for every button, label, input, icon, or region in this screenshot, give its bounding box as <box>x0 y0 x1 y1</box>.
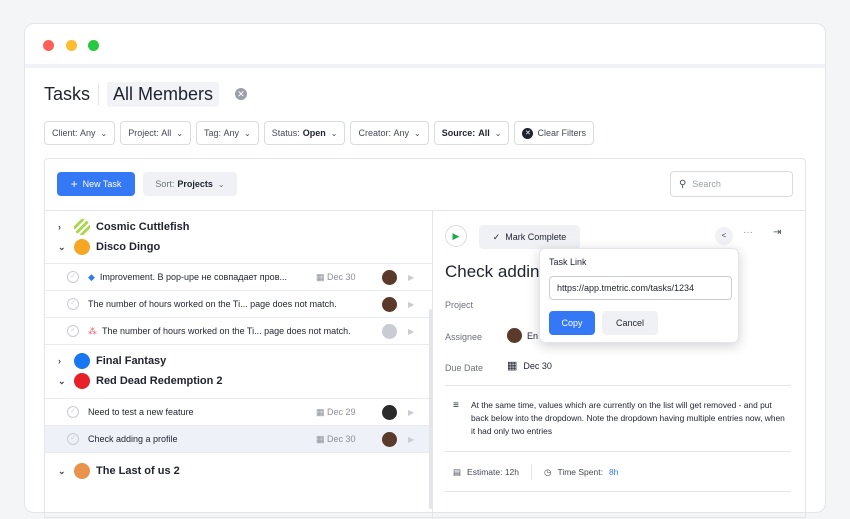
search-icon: ⚲ <box>679 178 687 190</box>
filter-client[interactable]: Client: Any ⌄ <box>44 121 116 145</box>
project-label: Project <box>445 300 474 310</box>
cancel-button[interactable]: Cancel <box>602 311 658 335</box>
close-window-button[interactable] <box>43 40 54 51</box>
task-link-popup: Task Link https://app.tmetric.com/tasks/… <box>539 248 739 343</box>
play-icon[interactable]: ▶ <box>408 300 414 309</box>
start-timer-button[interactable]: ▶ <box>445 225 467 247</box>
sort-dropdown[interactable]: Sort: Projects ⌄ <box>143 172 237 196</box>
filter-tag[interactable]: Tag: Any ⌄ <box>196 121 259 145</box>
estimate-value[interactable]: Estimate: 12h <box>467 467 519 477</box>
check-icon[interactable]: ✓ <box>67 325 79 337</box>
play-icon[interactable]: ▶ <box>408 273 414 282</box>
chevron-down-icon: ⌄ <box>330 128 338 138</box>
check-icon[interactable]: ✓ <box>67 298 79 310</box>
estimate-icon: ▤ <box>453 466 462 477</box>
chevron-down-icon: ⌄ <box>58 465 66 476</box>
calendar-icon: ▦ <box>316 271 325 282</box>
project-icon <box>74 219 90 235</box>
project-icon <box>74 373 90 389</box>
play-icon[interactable]: ▶ <box>408 435 414 444</box>
chevron-down-icon: ⌄ <box>58 375 66 386</box>
calendar-icon: ▦ <box>316 433 325 444</box>
filter-status[interactable]: Status: Open ⌄ <box>263 121 346 145</box>
scrollbar[interactable] <box>429 309 432 509</box>
scope-selector[interactable]: All Members <box>107 81 220 107</box>
maximize-window-button[interactable] <box>88 40 99 51</box>
chevron-down-icon: ⌄ <box>414 128 421 138</box>
due-date-label: Due Date <box>445 363 484 373</box>
diamond-icon: ◆ <box>88 271 95 282</box>
chevron-down-icon: ⌄ <box>58 241 66 252</box>
chevron-down-icon: ⌄ <box>494 128 502 138</box>
avatar <box>507 328 522 343</box>
popup-title: Task Link <box>549 257 587 267</box>
chevron-down-icon: ⌄ <box>100 128 108 138</box>
clear-filters-button[interactable]: ✕ Clear Filters <box>514 121 594 145</box>
play-icon[interactable]: ▶ <box>408 408 414 417</box>
clear-scope-icon[interactable]: ✕ <box>235 88 248 100</box>
mark-complete-button[interactable]: ✓ Mark Complete <box>479 225 580 249</box>
assignee-value[interactable]: En <box>507 328 538 343</box>
collapse-panel-icon[interactable]: ⇥ <box>773 227 781 238</box>
chevron-down-icon: ⌄ <box>244 128 251 138</box>
project-icon <box>74 239 90 255</box>
avatar <box>382 297 397 312</box>
list-item[interactable]: ✓ Need to test a new feature ▦ Dec 29 ▶ <box>45 398 432 426</box>
assignee-label: Assignee <box>445 332 483 342</box>
copy-button[interactable]: Copy <box>549 311 595 335</box>
task-description[interactable]: At the same time, values which are curre… <box>471 399 791 438</box>
avatar <box>382 405 397 420</box>
avatar <box>382 324 397 339</box>
close-icon: ✕ <box>522 127 534 139</box>
check-icon: ✓ <box>492 231 501 242</box>
calendar-icon: ▦ <box>507 360 518 372</box>
filter-creator[interactable]: Creator: Any ⌄ <box>350 121 429 145</box>
title-bar <box>25 24 825 68</box>
group-row[interactable]: ⌄ Red Dead Redemption 2 <box>45 369 432 393</box>
more-icon[interactable]: ··· <box>743 227 753 238</box>
calendar-icon: ▦ <box>316 406 325 417</box>
minimize-window-button[interactable] <box>66 40 77 51</box>
group-row[interactable]: ⌄ Disco Dingo <box>45 237 432 257</box>
check-icon[interactable]: ✓ <box>67 433 79 445</box>
task-link-field[interactable]: https://app.tmetric.com/tasks/1234 <box>549 276 732 300</box>
avatar <box>382 270 397 285</box>
facebook-icon <box>74 353 90 369</box>
plus-icon: + <box>70 177 78 191</box>
chevron-right-icon: › <box>58 222 61 232</box>
description-icon: ≡ <box>453 400 459 411</box>
clock-icon: ◷ <box>544 466 552 477</box>
task-list: › Cosmic Cuttlefish ⌄ Disco Dingo ✓ ◆ Improv… <box>45 211 432 509</box>
new-task-button[interactable]: + New Task <box>57 172 135 196</box>
group-row[interactable]: ⌄ The Last of us 2 <box>45 459 432 483</box>
filter-project[interactable]: Project: All ⌄ <box>120 121 191 145</box>
chevron-right-icon: › <box>58 356 61 366</box>
share-icon[interactable]: < <box>715 227 733 245</box>
filter-bar: Client: Any ⌄ Project: All ⌄ Tag: Any ⌄ Sta… <box>44 121 594 145</box>
list-item[interactable]: ✓ ⁂ The number of hours worked on the Ti..… <box>45 317 432 345</box>
search-input[interactable]: ⚲ Search <box>670 171 793 197</box>
chevron-down-icon: ⌄ <box>217 179 225 189</box>
play-icon[interactable]: ▶ <box>408 327 414 336</box>
check-icon[interactable]: ✓ <box>67 271 79 283</box>
project-icon <box>74 463 90 479</box>
check-icon[interactable]: ✓ <box>67 406 79 418</box>
task-title[interactable]: Check adding <box>445 262 545 282</box>
page-header: Tasks All Members ✕ <box>44 81 248 107</box>
chevron-down-icon: ⌄ <box>176 128 183 138</box>
asana-icon: ⁂ <box>88 325 97 336</box>
avatar <box>382 432 397 447</box>
page-title: Tasks <box>44 83 91 104</box>
list-item[interactable]: ✓ ◆ Improvement. В pop-upe не совпадает пр… <box>45 263 432 291</box>
filter-source[interactable]: Source: All ⌄ <box>433 121 510 145</box>
time-summary: ▤ Estimate: 12h ◷ Time Spent: 8h <box>453 464 618 480</box>
list-item[interactable]: ✓ Check adding a profile ▦ Dec 30 ▶ <box>45 425 432 453</box>
due-date-value[interactable]: ▦ Dec 30 <box>507 359 552 372</box>
list-item[interactable]: ✓ The number of hours worked on the Ti...… <box>45 290 432 318</box>
